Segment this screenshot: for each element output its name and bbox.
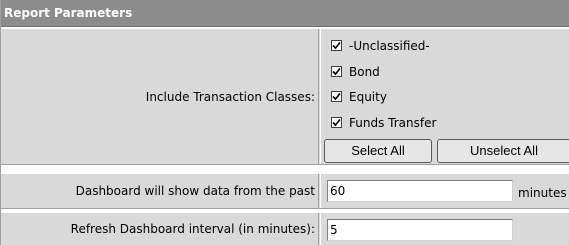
option-label: Equity: [349, 89, 387, 104]
option-label: Funds Transfer: [349, 115, 437, 130]
dashboard-range-unit: minutes: [518, 186, 567, 200]
refresh-interval-row: Refresh Dashboard interval (in minutes):…: [1, 212, 569, 245]
option-unclassified[interactable]: -Unclassified-: [331, 37, 430, 54]
checkbox-unclassified[interactable]: [331, 40, 342, 51]
dashboard-range-input[interactable]: 60: [327, 180, 513, 202]
dashboard-range-row: Dashboard will show data from the past 6…: [1, 173, 569, 209]
select-all-button[interactable]: Select All: [324, 139, 432, 163]
check-icon: [332, 92, 341, 101]
option-bond[interactable]: Bond: [331, 63, 380, 80]
option-equity[interactable]: Equity: [331, 88, 387, 105]
refresh-interval-input[interactable]: 5: [327, 219, 513, 241]
check-icon: [332, 67, 341, 76]
transaction-classes-label: Include Transaction Classes:: [1, 29, 319, 164]
section-header: Report Parameters: [1, 0, 569, 27]
option-label: -Unclassified-: [349, 38, 430, 53]
refresh-interval-value-cell: 5: [320, 213, 569, 245]
option-funds-transfer[interactable]: Funds Transfer: [331, 114, 436, 131]
dashboard-range-value-cell: 60 minutes: [320, 174, 569, 208]
checkbox-bond[interactable]: [331, 66, 342, 77]
refresh-interval-label: Refresh Dashboard interval (in minutes):: [1, 213, 319, 245]
checkbox-funds-transfer[interactable]: [331, 117, 342, 128]
unselect-all-button[interactable]: Unselect All: [437, 139, 569, 163]
option-label: Bond: [349, 64, 380, 79]
dashboard-range-label: Dashboard will show data from the past: [1, 174, 319, 208]
checkbox-equity[interactable]: [331, 91, 342, 102]
report-parameters-panel: Report Parameters Include Transaction Cl…: [0, 0, 569, 245]
check-icon: [332, 41, 341, 50]
check-icon: [332, 118, 341, 127]
